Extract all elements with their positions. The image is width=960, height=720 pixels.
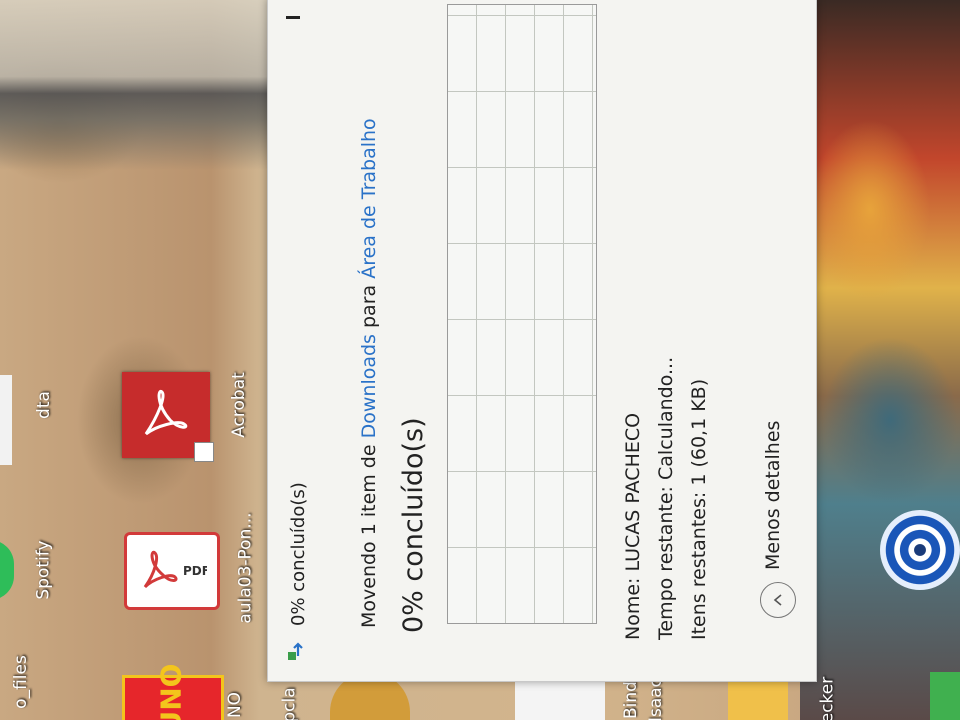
transfer-speed-graph: [447, 4, 597, 624]
status-middle: para: [358, 278, 380, 335]
items-label: Itens restantes:: [688, 491, 710, 640]
desktop-label-files[interactable]: o_files: [11, 655, 31, 709]
desktop-label-no[interactable]: NO: [225, 692, 245, 718]
desktop-label-ecker[interactable]: ecker: [817, 677, 837, 720]
info-time-remaining: Tempo restante: Calculando...: [655, 357, 677, 640]
minimize-icon[interactable]: [286, 16, 300, 19]
less-details-label[interactable]: Menos detalhes: [762, 421, 784, 570]
dialog-title: 0% concluído(s): [288, 482, 309, 626]
move-progress-icon: [288, 642, 303, 660]
folder-icon[interactable]: [728, 680, 788, 720]
source-link[interactable]: Downloads: [358, 334, 380, 438]
desktop-file-icon[interactable]: [0, 375, 12, 465]
name-value: LUCAS PACHECO: [622, 412, 644, 572]
chevron-up-icon: [773, 594, 782, 606]
desktop-label-aula[interactable]: aula03-Pon...: [236, 512, 256, 623]
desktop-label-isaac[interactable]: Isaac: [646, 678, 666, 720]
name-label: Nome:: [622, 577, 644, 640]
desktop-label-spotify[interactable]: Spotify: [34, 540, 54, 599]
info-name: Nome: LUCAS PACHECO: [622, 413, 644, 640]
svg-text:PDF: PDF: [183, 564, 207, 578]
info-items-remaining: Itens restantes: 1 (60,1 KB): [688, 379, 710, 640]
desktop-label-dta[interactable]: dta: [34, 391, 54, 419]
pdf-icon[interactable]: PDF: [124, 532, 220, 610]
uplay-icon[interactable]: [880, 510, 960, 590]
status-prefix: Movendo 1 item de: [358, 438, 380, 628]
items-value: 1 (60,1 KB): [688, 378, 710, 486]
desktop-label-bind[interactable]: Bind: [621, 681, 641, 719]
spotify-icon[interactable]: [0, 540, 14, 600]
desktop-label-pcla[interactable]: pcla: [280, 687, 300, 720]
time-value: Calculando...: [655, 356, 677, 480]
destination-link[interactable]: Área de Trabalho: [358, 118, 380, 278]
time-label: Tempo restante:: [655, 486, 677, 640]
pdf-file-icon: PDF: [143, 550, 207, 589]
acrobat-logo-icon: [144, 389, 188, 436]
details-toggle-button[interactable]: [760, 582, 796, 618]
percent-complete: 0% concluído(s): [398, 417, 429, 633]
desktop-background-strip: [0, 0, 270, 170]
uno-label: UNO: [154, 663, 188, 720]
excel-shortcut-icon[interactable]: [930, 672, 960, 720]
desktop-photo: Spotify dta o_files Acrobat PDF aula03-P…: [0, 0, 960, 720]
acrobat-icon[interactable]: [122, 372, 214, 462]
shortcut-arrow-icon: [194, 442, 214, 462]
desktop-wallpaper-right: [800, 0, 960, 720]
status-line: Movendo 1 item de Downloads para Área de…: [358, 118, 380, 628]
desktop-label-acrobat[interactable]: Acrobat: [229, 372, 249, 438]
